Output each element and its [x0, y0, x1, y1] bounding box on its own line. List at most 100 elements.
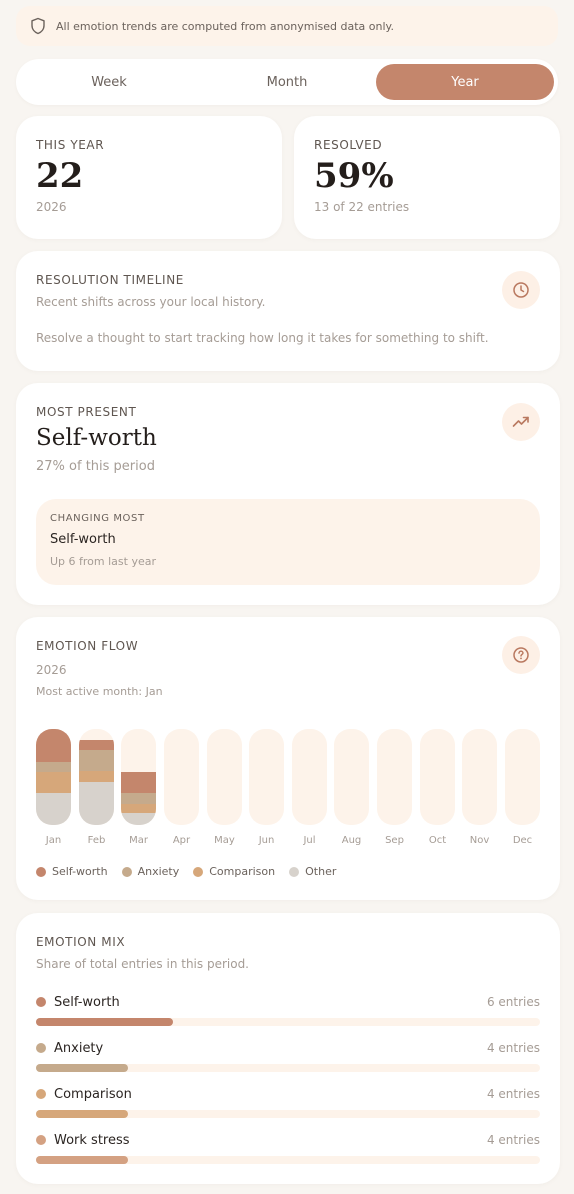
- mix-emotion-name: Work stress: [54, 1132, 130, 1148]
- flow-segment-anxiety: [36, 761, 71, 773]
- flow-bar-may[interactable]: [207, 729, 242, 825]
- flow-segment-comparison: [79, 771, 114, 782]
- flow-bars: [36, 729, 540, 825]
- mix-bar-track: [36, 1156, 540, 1164]
- flow-legend: Self-worth Anxiety Comparison Other: [36, 865, 350, 878]
- resolved-sub: 13 of 22 entries: [314, 200, 410, 214]
- flow-segment-other: [79, 781, 114, 825]
- flow-title: EMOTION FLOW: [36, 639, 139, 653]
- mix-bar-track: [36, 1064, 540, 1072]
- flow-bar-nov[interactable]: [462, 729, 497, 825]
- mix-row-work-stress[interactable]: Work stress 4 entries: [36, 1131, 540, 1171]
- trending-up-icon[interactable]: [502, 403, 540, 441]
- mix-dot: [36, 1043, 46, 1053]
- flow-segment-self-worth: [121, 772, 156, 794]
- flow-segment-comparison: [121, 803, 156, 814]
- month-label: Apr: [172, 835, 191, 846]
- month-label: Sep: [385, 835, 404, 846]
- flow-segment-other: [36, 793, 71, 825]
- resolved-label: RESOLVED: [314, 138, 383, 152]
- mix-entry-count: 6 entries: [486, 995, 540, 1009]
- legend-item: Anxiety: [121, 865, 180, 878]
- flow-segment-anxiety: [79, 750, 114, 772]
- mix-bar-fill: [36, 1156, 128, 1164]
- flow-segment-anxiety: [121, 793, 156, 804]
- changing-most-emotion: Self-worth: [50, 532, 116, 547]
- most-present-title: MOST PRESENT: [36, 405, 137, 419]
- flow-segment-self-worth: [36, 729, 71, 762]
- banner-text: All emotion trends are computed from ano…: [56, 19, 394, 33]
- month-label: Jul: [303, 835, 316, 846]
- mix-dot: [36, 1135, 46, 1145]
- flow-bar-jul[interactable]: [292, 729, 327, 825]
- mix-bar-fill: [36, 1064, 128, 1072]
- mix-row-comparison[interactable]: Comparison 4 entries: [36, 1085, 540, 1125]
- changing-most-detail: Up 6 from last year: [50, 555, 156, 568]
- mix-subtitle: Share of total entries in this period.: [36, 957, 249, 971]
- this-year-label: THIS YEAR: [36, 138, 105, 152]
- mix-entry-count: 4 entries: [486, 1041, 540, 1055]
- mix-title: EMOTION MIX: [36, 935, 126, 949]
- emotion-flow-card: EMOTION FLOW 2026 Most active month: Jan…: [16, 617, 560, 900]
- help-circle-icon[interactable]: [502, 636, 540, 674]
- flow-bar-aug[interactable]: [334, 729, 369, 825]
- flow-year: 2026: [36, 663, 67, 677]
- flow-month-labels: Jan Feb Mar Apr May Jun Jul Aug Sep Oct Nov Dec: [36, 835, 540, 849]
- clock-icon[interactable]: [502, 271, 540, 309]
- legend-dot: [36, 866, 46, 877]
- emotion-mix-card: EMOTION MIX Share of total entries in th…: [16, 913, 560, 1184]
- timeline-subtitle: Recent shifts across your local history.: [36, 295, 266, 309]
- month-label: Dec: [512, 835, 533, 846]
- flow-bar-sep[interactable]: [377, 729, 412, 825]
- flow-segment-self-worth: [79, 739, 114, 751]
- mix-row-anxiety[interactable]: Anxiety 4 entries: [36, 1039, 540, 1079]
- mix-row-self-worth[interactable]: Self-worth 6 entries: [36, 993, 540, 1033]
- flow-bar-oct[interactable]: [420, 729, 455, 825]
- month-label: Mar: [129, 835, 148, 846]
- this-year-card: THIS YEAR 22 2026: [16, 116, 282, 239]
- mix-bar-fill: [36, 1018, 173, 1026]
- legend-label: Other: [305, 865, 337, 878]
- flow-most-active: Most active month: Jan: [36, 685, 163, 698]
- flow-bar-apr[interactable]: [164, 729, 199, 825]
- flow-bar-feb[interactable]: [79, 729, 114, 825]
- changing-most-label: CHANGING MOST: [50, 513, 145, 524]
- month-label: Nov: [469, 835, 490, 846]
- most-present-emotion: Self-worth: [36, 425, 157, 451]
- legend-dot: [121, 866, 132, 877]
- shield-icon: [30, 17, 46, 35]
- this-year-value: 22: [36, 156, 84, 196]
- legend-item: Comparison: [193, 865, 275, 878]
- mix-entry-count: 4 entries: [486, 1133, 540, 1147]
- most-present-share: 27% of this period: [36, 459, 155, 474]
- tab-week[interactable]: Week: [20, 64, 198, 100]
- privacy-banner: All emotion trends are computed from ano…: [16, 6, 558, 46]
- flow-segment-other: [121, 813, 156, 825]
- tab-month[interactable]: Month: [198, 64, 376, 100]
- timeline-empty-text: Resolve a thought to start tracking how …: [36, 331, 489, 345]
- this-year-sub: 2026: [36, 200, 67, 214]
- mix-dot: [36, 1089, 46, 1099]
- month-label: May: [214, 835, 235, 846]
- legend-item: Self-worth: [36, 865, 108, 878]
- resolved-value: 59%: [314, 156, 394, 196]
- mix-emotion-name: Anxiety: [54, 1040, 104, 1056]
- resolution-timeline-card: RESOLUTION TIMELINE Recent shifts across…: [16, 251, 560, 371]
- flow-bar-jun[interactable]: [249, 729, 284, 825]
- legend-label: Anxiety: [137, 865, 180, 878]
- flow-bar-dec[interactable]: [505, 729, 540, 825]
- mix-bar-fill: [36, 1110, 128, 1118]
- most-present-card: MOST PRESENT Self-worth 27% of this peri…: [16, 383, 560, 605]
- month-label: Jan: [45, 835, 62, 846]
- mix-bar-track: [36, 1018, 540, 1026]
- resolved-card: RESOLVED 59% 13 of 22 entries: [294, 116, 560, 239]
- flow-bar-jan[interactable]: [36, 729, 71, 825]
- flow-bar-mar[interactable]: [121, 729, 156, 825]
- tab-year[interactable]: Year: [376, 64, 554, 100]
- mix-emotion-name: Comparison: [54, 1086, 132, 1102]
- mix-entry-count: 4 entries: [486, 1087, 540, 1101]
- mix-dot: [36, 997, 46, 1007]
- legend-label: Self-worth: [52, 865, 108, 878]
- month-label: Jun: [258, 835, 275, 846]
- changing-most-panel: CHANGING MOST Self-worth Up 6 from last …: [36, 499, 540, 585]
